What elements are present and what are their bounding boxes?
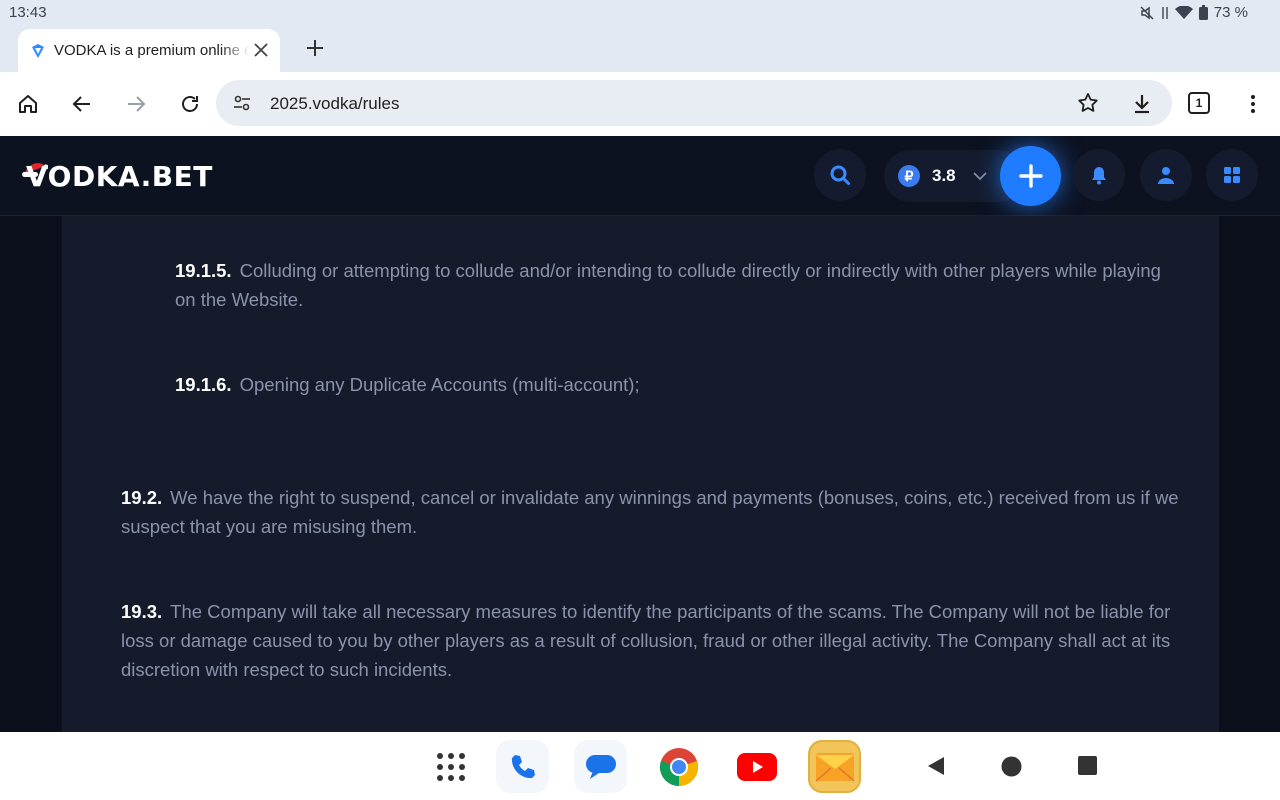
app-drawer-icon[interactable] [436,752,466,782]
reload-icon[interactable] [178,92,202,116]
rule-number: 19.1.5. [175,260,232,281]
grid-icon [1224,167,1240,183]
browser-tab[interactable]: VODKA is a premium online casino [18,29,280,72]
clock: 13:43 [9,4,47,21]
chrome-app-icon[interactable] [652,740,705,793]
phone-app-icon[interactable] [496,740,549,793]
rule-number: 19.1.6. [175,374,232,395]
new-tab-icon[interactable] [304,37,326,59]
messages-app-icon[interactable] [574,740,627,793]
site-settings-icon[interactable] [232,93,252,113]
wifi-icon [1174,5,1193,19]
bookmark-star-icon[interactable] [1076,91,1100,115]
profile-button[interactable] [1140,149,1192,201]
rule-text: Opening any Duplicate Accounts (multi-ac… [239,374,640,395]
status-icons: 73 % [1139,4,1248,21]
tab-strip: VODKA is a premium online casino [0,26,1280,72]
ruble-icon: ₽ [898,165,920,187]
notifications-button[interactable] [1073,149,1125,201]
browser-toolbar: 2025.vodka/rules 1 [0,72,1280,136]
deposit-button[interactable] [1000,146,1061,206]
back-nav-icon[interactable] [926,756,946,776]
rule-paragraph: 19.2. We have the right to suspend, cance… [121,483,1181,541]
menu-grid-button[interactable] [1206,149,1258,201]
tab-title: VODKA is a premium online casino [54,42,250,59]
back-icon[interactable] [70,92,94,116]
rule-paragraph: 19.1.5. Colluding or attempting to collud… [175,256,1165,314]
battery-icon [1198,5,1208,20]
rule-text: We have the right to suspend, cancel or … [121,487,1179,537]
mail-app-icon[interactable] [808,740,861,793]
plus-icon [1018,164,1043,188]
battery-level: 73 % [1213,4,1248,21]
site-header: VODKA.BET ₽ 3.8 [0,136,1280,216]
rule-number: 19.3. [121,601,163,622]
chevron-down-icon [973,172,987,181]
home-icon[interactable] [16,92,40,116]
recents-nav-icon[interactable] [1078,756,1097,775]
more-menu-icon[interactable] [1241,92,1265,116]
rule-number: 19.2. [121,487,163,508]
download-icon[interactable] [1130,92,1154,116]
rules-panel: 19.1.5. Colluding or attempting to collud… [62,216,1219,732]
site-favicon-icon [32,43,44,58]
search-icon [830,165,850,185]
rule-text: Colluding or attempting to collude and/o… [175,260,1161,310]
data-arrows-icon [1162,6,1168,19]
rule-paragraph: 19.1.6. Opening any Duplicate Accounts (m… [175,370,1165,399]
rule-paragraph: 19.3. The Company will take all necessary… [121,597,1181,684]
address-bar[interactable]: 2025.vodka/rules [216,80,1172,126]
tab-switcher-button[interactable]: 1 [1188,92,1210,114]
mute-icon [1140,5,1154,20]
website-viewport: VODKA.BET ₽ 3.8 19.1.5. Colluding or atte… [0,136,1280,732]
bell-icon [1092,167,1106,185]
site-logo[interactable]: VODKA.BET [26,160,213,193]
forward-icon[interactable] [124,92,148,116]
close-tab-icon[interactable] [252,41,270,59]
balance-amount: 3.8 [932,166,956,185]
user-icon [1158,167,1174,184]
rule-text: The Company will take all necessary meas… [121,601,1171,680]
youtube-app-icon[interactable] [730,740,783,793]
system-nav-bar [0,732,1280,800]
url-text: 2025.vodka/rules [270,94,400,113]
home-nav-icon[interactable] [1001,756,1022,777]
status-bar: 13:43 73 % [0,0,1280,26]
search-button[interactable] [814,149,866,201]
